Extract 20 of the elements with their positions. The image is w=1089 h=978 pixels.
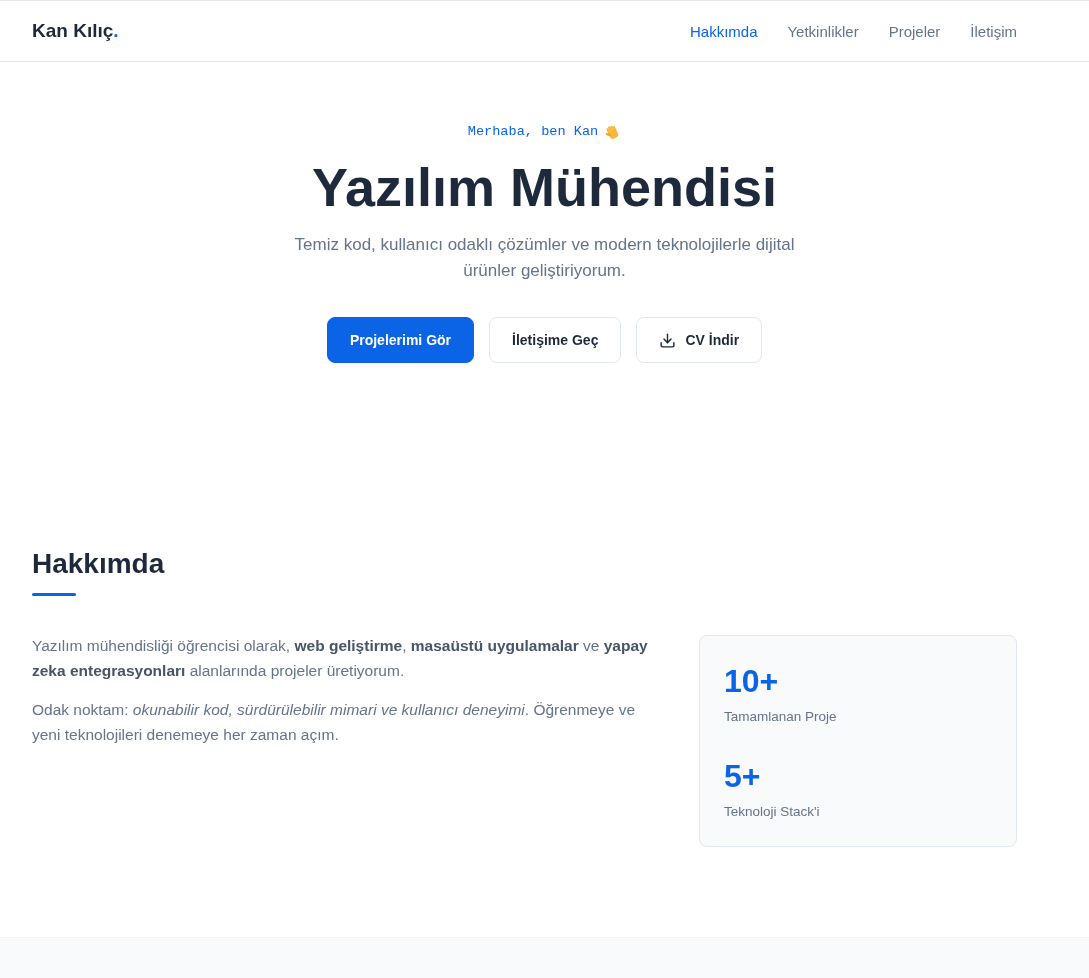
- heading-underline: [32, 593, 76, 596]
- nav-link[interactable]: İletişim: [970, 22, 1017, 40]
- stat-label: Tamamlanan Proje: [724, 708, 837, 726]
- greeting-text: Merhaba, ben Kan: [467, 124, 599, 140]
- hero-title: Yazılım Mühendisi: [311, 156, 778, 219]
- about-paragraph: Odak noktam: okunabilir kod, sürdürülebilir mimari ve kullanıcı deneyimi. Öğrenmeye ve yeni teknolojileri denemeye her zaman açım.: [32, 700, 637, 745]
- nav-link[interactable]: Yetkinlikler: [787, 22, 859, 40]
- projects-button[interactable]: Projelerimi Gör: [326, 317, 475, 363]
- site-logo[interactable]: Kan Kılıç.: [32, 20, 119, 42]
- about-paragraph: Yazılım mühendisliği öğrencisi olarak, web geliştirme, masaüstü uygulamalar ve yapay zeka entegrasyonları alanlarında projeler üretiyorum.: [32, 636, 649, 681]
- contact-button[interactable]: İletişime Geç: [489, 317, 622, 363]
- download-cv-button[interactable]: CV İndir: [636, 317, 763, 363]
- nav-link[interactable]: Hakkımda: [689, 22, 758, 40]
- nav-link[interactable]: Projeler: [888, 22, 941, 40]
- hero-subtitle: Temiz kod, kullanıcı odaklı çözümler ve modern teknolojilerle dijital ürünler geliştiriyorum.: [293, 234, 796, 282]
- download-icon: [659, 331, 677, 349]
- stat-value: 10+: [724, 662, 779, 700]
- stat-value: 5+: [724, 757, 761, 795]
- stat-label: Teknoloji Stack'i: [724, 803, 820, 821]
- section-heading: Hakkımda: [32, 547, 166, 581]
